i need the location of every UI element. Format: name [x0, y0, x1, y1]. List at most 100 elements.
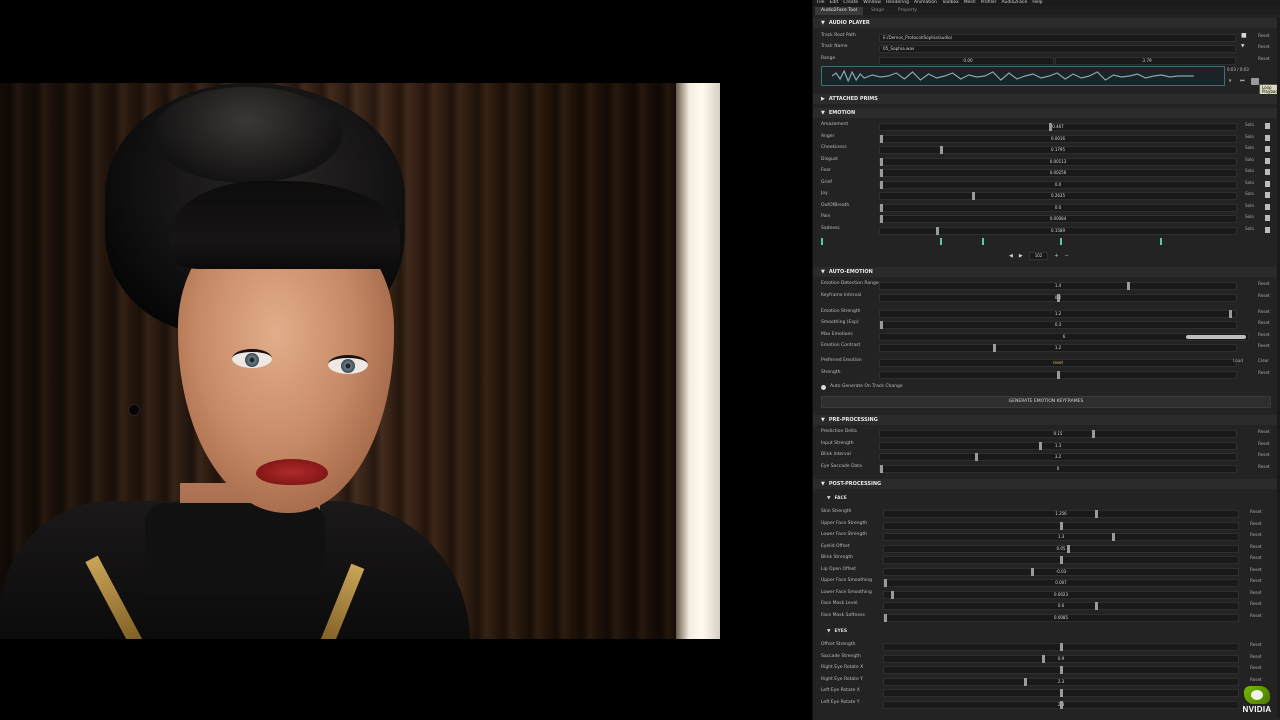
rewind-icon[interactable]: ⏮	[1240, 79, 1245, 84]
slider-track[interactable]	[879, 371, 1237, 379]
reset-button[interactable]: Reset	[1258, 343, 1270, 348]
section-pre-processing[interactable]: ▼ PRE-PROCESSING	[813, 415, 1280, 425]
slider-track[interactable]: 0.0	[879, 203, 1237, 212]
slider-track[interactable]: 0.1589	[879, 226, 1237, 235]
slider-track[interactable]	[883, 689, 1239, 697]
slider-track[interactable]	[883, 521, 1239, 530]
reset-button[interactable]: Reset	[1250, 613, 1262, 618]
slider-track[interactable]: 0.467	[879, 123, 1237, 131]
generate-emotion-keyframes-button[interactable]: GENERATE EMOTION KEYFRAMES	[821, 396, 1271, 408]
slider-track[interactable]: 1.2	[879, 344, 1237, 352]
menu-item[interactable]: Profiler	[981, 0, 997, 6]
keyframe-icon[interactable]	[1265, 169, 1270, 175]
chevron-down-icon[interactable]: ▼	[1241, 44, 1244, 50]
reset-button[interactable]: Reset	[1258, 429, 1270, 434]
menu-item[interactable]: Edit	[830, 0, 839, 6]
menu-item[interactable]: Toolbox	[942, 0, 959, 6]
prev-keyframe-icon[interactable]: ◀	[1009, 253, 1013, 259]
reset-button[interactable]: Reset	[1258, 293, 1270, 298]
keyframe-icon[interactable]	[1265, 123, 1270, 129]
menu-item[interactable]: Audio2Face	[1001, 0, 1027, 6]
tab[interactable]: Property	[892, 7, 923, 16]
solo-button[interactable]: Solo	[1245, 203, 1254, 208]
section-emotion[interactable]: ▼ EMOTION	[813, 108, 1280, 118]
loop-toggle-icon[interactable]	[1251, 78, 1259, 85]
menu-item[interactable]: Window	[863, 0, 881, 6]
keyframe-icon[interactable]	[1265, 180, 1270, 187]
slider-track[interactable]: 0.15	[879, 430, 1237, 438]
solo-button[interactable]: Solo	[1245, 214, 1254, 219]
reset-button[interactable]: Reset	[1258, 452, 1270, 457]
reset-button[interactable]: Reset	[1258, 370, 1270, 375]
subsection-face[interactable]: ▼ FACE	[813, 495, 1280, 504]
section-attached-prims[interactable]: ▶ ATTACHED PRIMS	[813, 94, 1280, 104]
slider-thumb[interactable]	[1056, 371, 1060, 379]
reset-button[interactable]: Reset	[1250, 544, 1262, 549]
reset-button[interactable]: Reset	[1258, 320, 1270, 325]
slider-track[interactable]: 1.3	[879, 441, 1237, 450]
solo-button[interactable]: Solo	[1245, 157, 1254, 162]
slider-track[interactable]: 0.007	[883, 579, 1239, 587]
slider-thumb[interactable]	[1059, 643, 1063, 651]
reset-button[interactable]: Reset	[1250, 521, 1262, 526]
slider-track[interactable]: 0.3	[879, 321, 1237, 329]
keyframe-icon[interactable]	[1265, 134, 1270, 141]
slider-track[interactable]: 0.05	[883, 544, 1239, 553]
slider-track[interactable]: 3.2	[879, 453, 1237, 461]
reset-button[interactable]: Reset	[1250, 532, 1262, 537]
section-post-processing[interactable]: ▼ POST-PROCESSING	[813, 479, 1280, 489]
menu-item[interactable]: Help	[1032, 0, 1042, 6]
reset-button[interactable]: Reset	[1250, 555, 1262, 560]
keyframe-marker[interactable]	[821, 238, 823, 245]
slider-track[interactable]: 0.00084	[879, 215, 1237, 223]
render-viewport[interactable]	[0, 0, 812, 720]
slider-track[interactable]: 0.1795	[879, 146, 1237, 154]
keyframe-marker[interactable]	[1060, 238, 1062, 245]
tab[interactable]: Stage	[865, 7, 890, 16]
reset-button[interactable]: Reset	[1250, 601, 1262, 606]
reset-button[interactable]: Reset	[1250, 677, 1262, 682]
slider-track[interactable]	[883, 556, 1239, 564]
range-reset-button[interactable]: Reset	[1258, 56, 1270, 61]
keyframe-frame-field[interactable]: 102	[1028, 252, 1049, 260]
reset-button[interactable]: Reset	[1258, 332, 1270, 337]
track-root-path-field[interactable]: E:/Demos_Protocol/Sophia/audio/	[879, 34, 1236, 42]
section-auto-emotion[interactable]: ▼ AUTO-EMOTION	[813, 267, 1280, 277]
slider-track[interactable]: 0.0	[879, 180, 1237, 189]
keyframe-icon[interactable]	[1265, 215, 1270, 221]
track-name-dropdown[interactable]: 05_Sophia.wav	[879, 45, 1236, 53]
slider-track[interactable]: 0.0085	[883, 613, 1239, 622]
remove-keyframe-icon[interactable]: −	[1065, 253, 1069, 259]
slider-track[interactable]: 0.9	[883, 654, 1239, 663]
reset-button[interactable]: Reset	[1258, 281, 1270, 286]
range-start-field[interactable]: 0.00	[879, 57, 1054, 65]
auto-generate-checkbox[interactable]	[821, 385, 826, 390]
clear-button[interactable]: Clear	[1258, 358, 1269, 363]
keyframe-marker[interactable]	[982, 238, 984, 245]
solo-button[interactable]: Solo	[1245, 168, 1254, 173]
tab[interactable]: Audio2Face Tool	[815, 6, 863, 15]
solo-button[interactable]: Solo	[1245, 122, 1254, 127]
menu-item[interactable]: Rendering	[886, 0, 909, 6]
menu-item[interactable]: Mesh	[964, 0, 976, 6]
slider-track[interactable]: 1.2	[879, 310, 1237, 318]
menu-item[interactable]: Create	[843, 0, 858, 6]
slider-thumb[interactable]	[1059, 666, 1063, 674]
reset-button[interactable]: Reset	[1250, 590, 1262, 595]
keyframe-icon[interactable]	[1265, 192, 1270, 198]
audio-waveform[interactable]	[821, 66, 1225, 86]
slider-thumb[interactable]	[1059, 521, 1063, 530]
slider-track[interactable]: 1.4	[879, 282, 1237, 290]
slider-track[interactable]: 2.3	[883, 700, 1239, 709]
solo-button[interactable]: Solo	[1245, 226, 1254, 231]
track-root-reset-button[interactable]: Reset	[1258, 33, 1270, 38]
keyframe-marker[interactable]	[1160, 238, 1162, 245]
reset-button[interactable]: Reset	[1250, 642, 1262, 647]
slider-track[interactable]: 0.2635	[879, 192, 1237, 200]
keyframe-icon[interactable]	[1265, 146, 1270, 152]
solo-button[interactable]: Solo	[1245, 145, 1254, 150]
slider-track[interactable]: 1.256	[883, 510, 1239, 518]
menu-item[interactable]: File	[817, 0, 825, 6]
folder-icon[interactable]: ■	[1241, 33, 1247, 39]
slider-track[interactable]: 0.2	[879, 293, 1237, 302]
